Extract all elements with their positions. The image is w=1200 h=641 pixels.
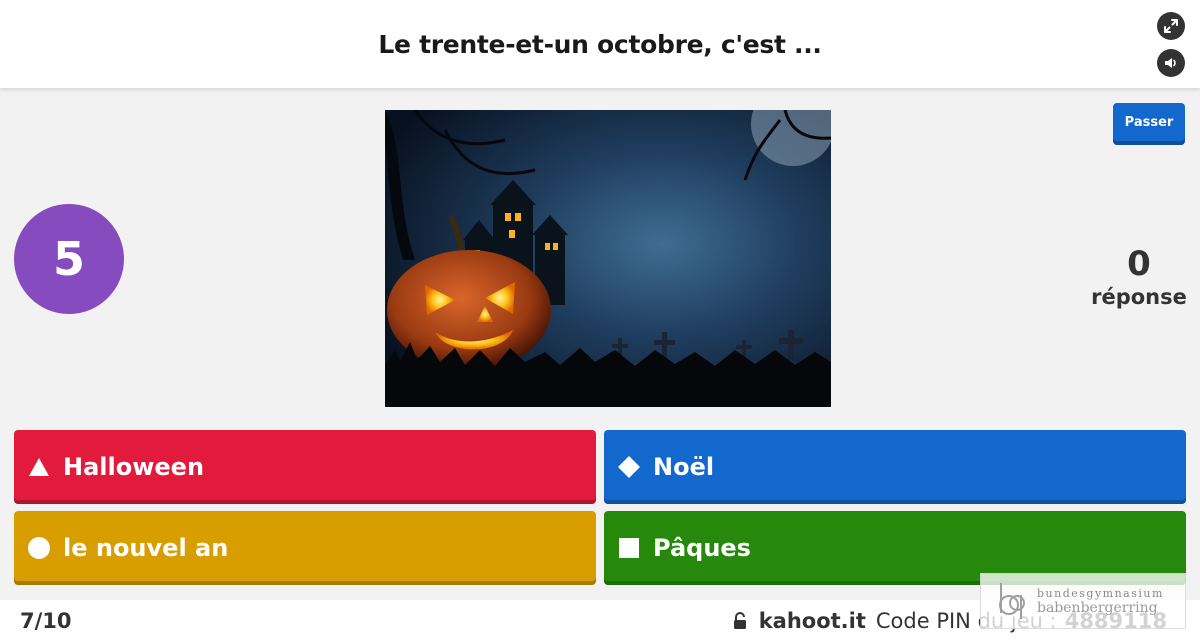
volume-icon [1165, 58, 1176, 68]
answer-label: Noël [653, 453, 715, 481]
answers-count-label: réponse [1091, 285, 1187, 309]
timer-value: 5 [52, 232, 85, 286]
answer-option-1[interactable]: Halloween [14, 430, 596, 504]
answers-counter: 0 réponse [1080, 244, 1198, 310]
answer-label: Halloween [63, 453, 205, 481]
answer-label: Pâques [653, 534, 751, 562]
question-title: Le trente-et-un octobre, c'est ... [378, 29, 822, 59]
countdown-timer: 5 [14, 204, 124, 314]
watermark-line-1: bundesgymnasium [1037, 586, 1164, 600]
square-icon [618, 537, 640, 559]
sound-button[interactable] [1157, 49, 1185, 77]
circle-icon [28, 537, 50, 559]
watermark-line-2: babenbergerring [1037, 599, 1158, 616]
question-image [385, 110, 831, 407]
school-watermark: bundesgymnasium babenbergerring [980, 573, 1186, 629]
answers-count-value: 0 [1127, 244, 1151, 284]
lock-icon[interactable] [733, 612, 747, 630]
site-name: kahoot.it [758, 609, 866, 633]
fullscreen-button[interactable] [1157, 12, 1185, 40]
halloween-pumpkin-image [385, 110, 831, 407]
skip-button[interactable]: Passer [1113, 103, 1185, 145]
triangle-icon [28, 456, 50, 478]
question-header: Le trente-et-un octobre, c'est ... [0, 0, 1200, 88]
fullscreen-icon [1164, 19, 1178, 33]
school-logo-icon [999, 583, 1025, 619]
question-progress: 7/10 [20, 609, 72, 633]
answer-label: le nouvel an [63, 534, 229, 562]
answer-option-2[interactable]: Noël [604, 430, 1186, 504]
diamond-icon [618, 456, 640, 478]
answer-option-3[interactable]: le nouvel an [14, 511, 596, 585]
